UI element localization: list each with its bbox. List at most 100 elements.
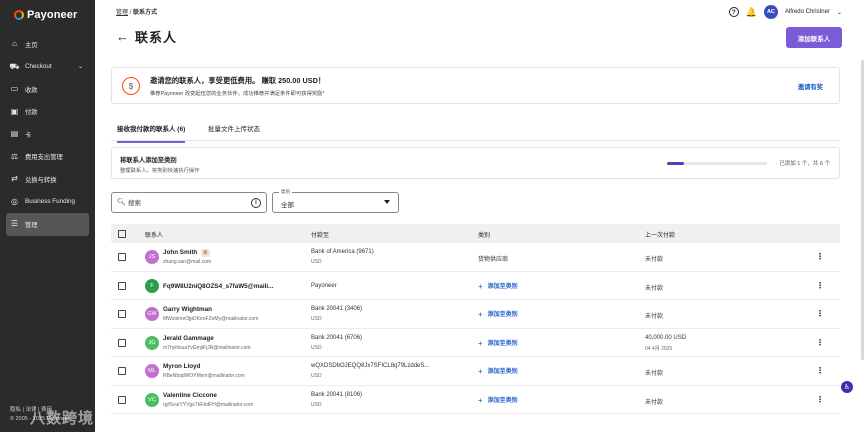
sidebar: Payoneer ⌂ 主页 ⛟ Checkout ⌄ ▭ 收款 ▣ 付款 ▤ 卡 ⚖ 费用支出管理 ⇄ 兑换… [0, 0, 95, 432]
more-options-icon[interactable]: ⋮ [816, 338, 824, 347]
contacts-table: 联系人 付款至 类别 上一次付款 JS John Smith 新 zhang.san@… [111, 224, 840, 414]
pay-to: wQXDSDbOJEQQ8Jx7SFICL8q79LzddeS... [311, 363, 430, 369]
tab-contacts[interactable]: 接收我付款的联系人 (6) [117, 123, 186, 143]
more-options-icon[interactable]: ⋮ [816, 395, 824, 404]
user-name[interactable]: Alfredo Christner [785, 9, 830, 15]
contact-name[interactable]: John Smith 新 [163, 249, 210, 257]
sidebar-item-8[interactable]: ☰ 管理 [6, 213, 89, 236]
invite-link[interactable]: 邀请有奖 [798, 82, 823, 91]
payoneer-logo[interactable]: Payoneer [0, 0, 95, 21]
brand-name: Payoneer [27, 9, 78, 21]
breadcrumb: 管理 / 联系方式 [116, 7, 157, 16]
sidebar-item-3[interactable]: ▣ 付款 [0, 101, 95, 124]
add-to-category-link[interactable]: + 添加至类别 [478, 338, 518, 348]
contact-name-text: Valentine Ciccone [163, 391, 217, 399]
category-card-title: 将联系人添加至类别 [120, 157, 177, 164]
more-options-icon[interactable]: ⋮ [816, 309, 824, 318]
contact-name[interactable]: Myron Lloyd [163, 363, 200, 370]
sidebar-item-2[interactable]: ▭ 收款 [0, 78, 95, 101]
contact-email: zhang.san@mail.com [163, 259, 212, 265]
row-checkbox[interactable] [118, 253, 126, 261]
add-to-category-link[interactable]: + 添加至类别 [478, 395, 518, 405]
contact-name[interactable]: Jerald Gammage [163, 335, 214, 342]
last-payment-date: 04 4月 2025 [645, 345, 673, 352]
pay-to-currency: USD [311, 316, 322, 322]
watermark: 八数跨境 [30, 410, 95, 427]
receive-icon: ▭ [10, 84, 19, 94]
pay-to: Bank 20041 (3406) [311, 306, 363, 312]
table-row[interactable]: JG Jerald Gammage m7hyNouaYvGmjiFjJR@maili… [111, 329, 840, 357]
contact-name-text: John Smith [163, 249, 198, 256]
row-checkbox[interactable] [118, 338, 126, 347]
contact-name-text: Fq9W8U2niQ8OZS4_s7faW5@maili... [163, 282, 274, 290]
more-options-icon[interactable]: ⋮ [816, 252, 824, 261]
expense-icon: ⚖ [10, 151, 19, 161]
table-body: JS John Smith 新 zhang.san@mail.com Bank of A… [111, 243, 840, 414]
row-checkbox[interactable] [118, 367, 126, 375]
row-checkbox[interactable] [118, 395, 126, 404]
sidebar-item-1[interactable]: ⛟ Checkout ⌄ [0, 56, 95, 79]
info-icon[interactable]: i [251, 198, 261, 208]
table-row[interactable]: F Fq9W8U2niQ8OZS4_s7faW5@maili... Payoneer… [111, 272, 840, 300]
contact-avatar: JG [145, 335, 159, 350]
category-select[interactable]: 类别 全部 [272, 189, 399, 213]
row-checkbox[interactable] [118, 310, 126, 318]
accessibility-icon[interactable]: ♿ [841, 381, 853, 393]
table-row[interactable]: ML Myron Lloyd RBeNbqdWOYMvm@mailinator.co… [111, 357, 840, 386]
breadcrumb-current: 联系方式 [133, 10, 158, 16]
help-icon[interactable]: ? [728, 7, 739, 17]
breadcrumb-parent[interactable]: 管理 [116, 10, 128, 16]
back-arrow-icon[interactable]: ← [116, 30, 129, 43]
add-to-category-link[interactable]: + 添加至类别 [478, 281, 518, 291]
sidebar-item-0[interactable]: ⌂ 主页 [0, 33, 95, 56]
bell-icon[interactable]: 🔔 [746, 7, 757, 18]
pay-icon: ▣ [10, 106, 19, 116]
category-select-label: 类别 [279, 189, 292, 195]
chevron-down-icon[interactable]: ⌄ [837, 9, 842, 16]
last-payment: 未付款 [645, 285, 664, 292]
contact-name[interactable]: Garry Wightman [163, 306, 212, 313]
last-payment: 未付款 [645, 314, 664, 320]
add-to-category-label: 添加至类别 [487, 283, 518, 290]
more-options-icon[interactable]: ⋮ [816, 281, 824, 290]
sidebar-item-label: 卡 [25, 131, 32, 139]
contact-name-text: Garry Wightman [163, 306, 212, 313]
table-row[interactable]: VC Valentine Ciccone qyfSvuiYYVgsTkEhdFH@m… [111, 386, 840, 414]
add-to-category-label: 添加至类别 [487, 340, 518, 347]
exchange-icon: ⇄ [11, 174, 18, 184]
tab-bulk-upload[interactable]: 批量文件上传状态 [208, 123, 260, 133]
contact-email: RBeNbqdWOYMvm@mailinator.com [163, 373, 245, 379]
search-input[interactable] [128, 196, 248, 210]
home-icon: ⌂ [12, 39, 17, 49]
row-checkbox[interactable] [118, 281, 126, 290]
add-to-category-link[interactable]: + 添加至类别 [478, 366, 518, 376]
last-payment: 40,000.00 USD [645, 334, 687, 341]
sidebar-item-label: 付款 [25, 109, 38, 117]
category-card-subtitle: 整理联系人，将类别快速执行操作 [120, 168, 200, 174]
select-all-checkbox[interactable] [118, 230, 126, 238]
pay-to: Bank 20041 (8106) [311, 391, 363, 398]
avatar[interactable]: AC [763, 5, 778, 19]
pay-to: Payoneer [311, 282, 337, 289]
contact-avatar: VC [145, 392, 159, 407]
add-to-category-link[interactable]: + 添加至类别 [478, 309, 518, 319]
page-title: 联系人 [135, 30, 178, 45]
more-options-icon[interactable]: ⋮ [816, 366, 824, 375]
sidebar-item-6[interactable]: ⇄ 兑换与转换 [0, 168, 95, 191]
table-row[interactable]: JS John Smith 新 zhang.san@mail.com Bank of A… [111, 243, 840, 272]
pay-to: Bank of America (9671) [311, 249, 374, 255]
sidebar-item-7[interactable]: ◎ Business Funding [0, 191, 95, 214]
contact-name[interactable]: Valentine Ciccone [163, 392, 217, 399]
add-to-category-label: 添加至类别 [487, 312, 518, 318]
title-row: ← 联系人 [116, 27, 177, 46]
plus-icon: + [478, 281, 483, 291]
card-icon: ▤ [10, 129, 19, 139]
sidebar-item-5[interactable]: ⚖ 费用支出管理 [0, 146, 95, 169]
contact-name[interactable]: Fq9W8U2niQ8OZS4_s7faW5@maili... [163, 283, 273, 290]
contact-email: qyfSvuiYYVgsTkEhdFH@mailinator.com [163, 401, 254, 408]
caret-down-icon [384, 200, 390, 204]
table-row[interactable]: GW Garry Wightman MWzoimeOjpDKeoFZeMy@mail… [111, 300, 840, 329]
sidebar-item-4[interactable]: ▤ 卡 [0, 123, 95, 146]
add-contact-button[interactable]: 添加联系人 [786, 27, 842, 48]
contact-avatar: GW [145, 307, 159, 321]
